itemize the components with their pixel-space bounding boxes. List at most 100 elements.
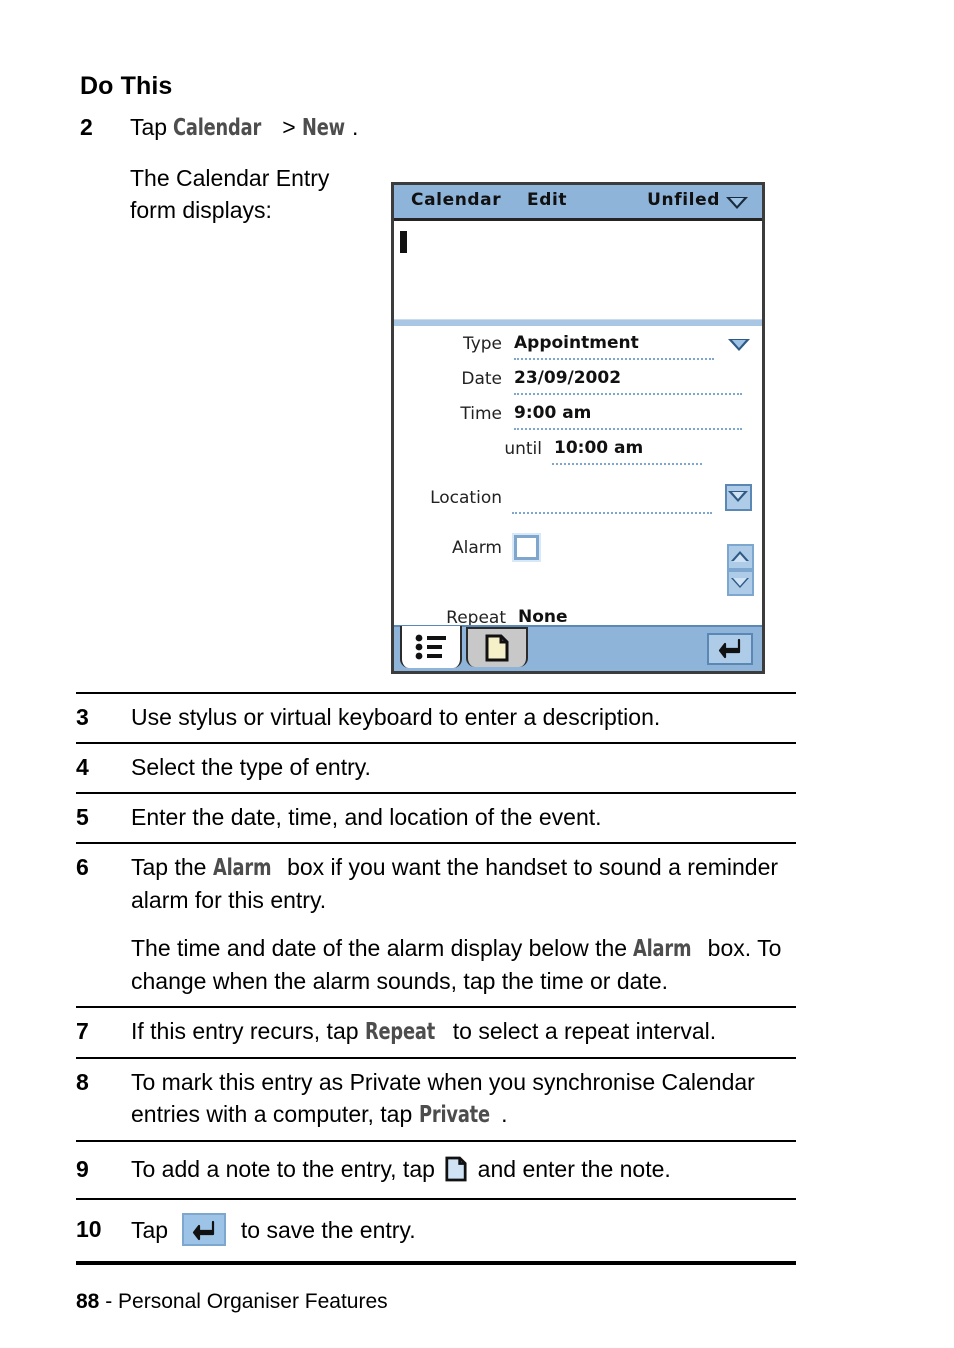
note-page-icon [445, 1156, 467, 1182]
step-2-text-before: Tap [130, 114, 174, 140]
device-save-button[interactable] [707, 633, 753, 665]
manual-page: Do This 2 Tap Calendar > New. The Calend… [0, 0, 954, 1348]
page-footer: 88 - Personal Organiser Features [76, 1290, 388, 1314]
step-2-text-mid: > [275, 114, 303, 140]
step-number: 9 [76, 1156, 89, 1182]
section-divider [394, 319, 762, 326]
field-value-until[interactable]: 10:00 am [554, 438, 643, 458]
step-row: 8 To mark this entry as Private when you… [76, 1059, 796, 1140]
step-row: 4 Select the type of entry. [76, 744, 796, 792]
step-body: Select the type of entry. [131, 751, 796, 783]
type-dropdown-caret-icon[interactable] [728, 339, 750, 351]
field-underline-type [514, 358, 714, 360]
ui-term-new: New [302, 115, 345, 141]
field-value-repeat[interactable]: None [518, 607, 568, 627]
form-scroll-controls[interactable] [727, 544, 754, 596]
step-paragraph: Tap to save the entry. [131, 1213, 796, 1246]
step-number: 3 [76, 704, 89, 730]
device-titlebar: Calendar Edit Unfiled [394, 185, 762, 221]
field-value-date[interactable]: 23/09/2002 [514, 368, 621, 388]
field-label-until: until [504, 439, 542, 459]
step-text: Enter the date, time, and location of th… [131, 804, 602, 830]
step-text: to select a repeat interval. [446, 1018, 717, 1044]
step-number: 6 [76, 854, 89, 880]
step-text: and enter the note. [471, 1156, 671, 1182]
note-page-icon [485, 634, 509, 662]
field-label-type: Type [462, 334, 502, 354]
step-number: 4 [76, 754, 89, 780]
step-paragraph: The time and date of the alarm display b… [131, 932, 796, 997]
bulleted-list-icon [415, 634, 446, 660]
chevron-down-icon[interactable] [726, 197, 748, 209]
steps-table: 3 Use stylus or virtual keyboard to ente… [76, 692, 796, 1265]
field-row-time: Time 9:00 am [394, 400, 762, 431]
step-paragraph: Use stylus or virtual keyboard to enter … [131, 701, 796, 733]
tab-entry-note[interactable] [466, 627, 528, 667]
step-text: to save the entry. [234, 1217, 416, 1243]
step-row: 7 If this entry recurs, tap Repeat to se… [76, 1008, 796, 1057]
step-text: Select the type of entry. [131, 754, 371, 780]
step-number: 8 [76, 1069, 89, 1095]
field-label-alarm: Alarm [451, 538, 502, 558]
step-body: Use stylus or virtual keyboard to enter … [131, 701, 796, 733]
step-body: Tap the Alarm box if you want the handse… [131, 851, 796, 997]
step-number: 10 [76, 1216, 102, 1242]
step-paragraph: To add a note to the entry, tap and ente… [131, 1153, 796, 1185]
field-row-location: Location [394, 484, 762, 515]
location-picker-button[interactable] [725, 484, 752, 511]
alarm-checkbox[interactable] [514, 535, 539, 560]
step-2-number: 2 [80, 114, 93, 140]
field-value-time[interactable]: 9:00 am [514, 403, 591, 423]
step-paragraph: Select the type of entry. [131, 751, 796, 783]
titlebar-category[interactable]: Unfiled [647, 190, 720, 210]
return-arrow-icon [718, 638, 741, 659]
step-paragraph: Enter the date, time, and location of th… [131, 801, 796, 833]
titlebar-edit-menu[interactable]: Edit [527, 190, 567, 210]
ui-term-alarm: Alarm [212, 855, 272, 881]
step-row: 5 Enter the date, time, and location of … [76, 794, 796, 842]
step-body: To mark this entry as Private when you s… [131, 1066, 796, 1131]
footer-page-number: 88 [76, 1290, 100, 1313]
step-text: Tap the [131, 854, 213, 880]
description-input-area[interactable] [394, 221, 762, 319]
step-row: 6 Tap the Alarm box if you want the hand… [76, 844, 796, 1006]
field-underline-location [512, 512, 712, 514]
text-cursor [400, 231, 407, 253]
entry-form: Type Appointment Date 23/09/2002 Time 9:… [394, 326, 762, 632]
field-value-type[interactable]: Appointment [514, 333, 639, 353]
step-row: 10 Tap to save the entry. [76, 1200, 796, 1261]
titlebar-app-menu[interactable]: Calendar [411, 190, 501, 210]
step-row: 3 Use stylus or virtual keyboard to ente… [76, 694, 796, 742]
ui-term-alarm: Alarm [633, 936, 692, 962]
device-screenshot: Calendar Edit Unfiled Type Appointment D… [391, 182, 765, 674]
field-row-alarm: Alarm [394, 534, 762, 565]
step-text: . [501, 1101, 508, 1127]
inline-note-page-icon [445, 1156, 467, 1182]
scroll-up-button[interactable] [727, 544, 754, 570]
inline-save-button [182, 1213, 227, 1246]
ui-term-private: Private [418, 1102, 490, 1128]
footer-separator: - [99, 1290, 119, 1313]
step-text: Tap [131, 1217, 175, 1243]
field-label-time: Time [460, 404, 502, 424]
field-label-date: Date [461, 369, 502, 389]
ui-term-repeat: Repeat [364, 1019, 435, 1045]
step-body: Tap to save the entry. [131, 1213, 796, 1246]
rule-thick [76, 1261, 796, 1265]
step-text: If this entry recurs, tap [131, 1018, 365, 1044]
field-label-location: Location [430, 488, 502, 508]
page-title: Do This [80, 72, 173, 100]
field-underline-until [552, 463, 702, 465]
scroll-down-button[interactable] [727, 570, 754, 596]
step-text: To add a note to the entry, tap [131, 1156, 442, 1182]
step-number: 5 [76, 804, 89, 830]
tab-entry-details[interactable] [400, 626, 462, 668]
footer-section: Personal Organiser Features [118, 1290, 388, 1313]
location-caret-icon [728, 491, 748, 502]
step-text: The time and date of the alarm display b… [131, 935, 634, 961]
field-underline-time [514, 428, 742, 430]
field-row-type: Type Appointment [394, 330, 762, 361]
step-row: 9 To add a note to the entry, tap and en… [76, 1142, 796, 1198]
device-bottom-toolbar [394, 625, 762, 671]
step-paragraph: Tap the Alarm box if you want the handse… [131, 851, 796, 916]
